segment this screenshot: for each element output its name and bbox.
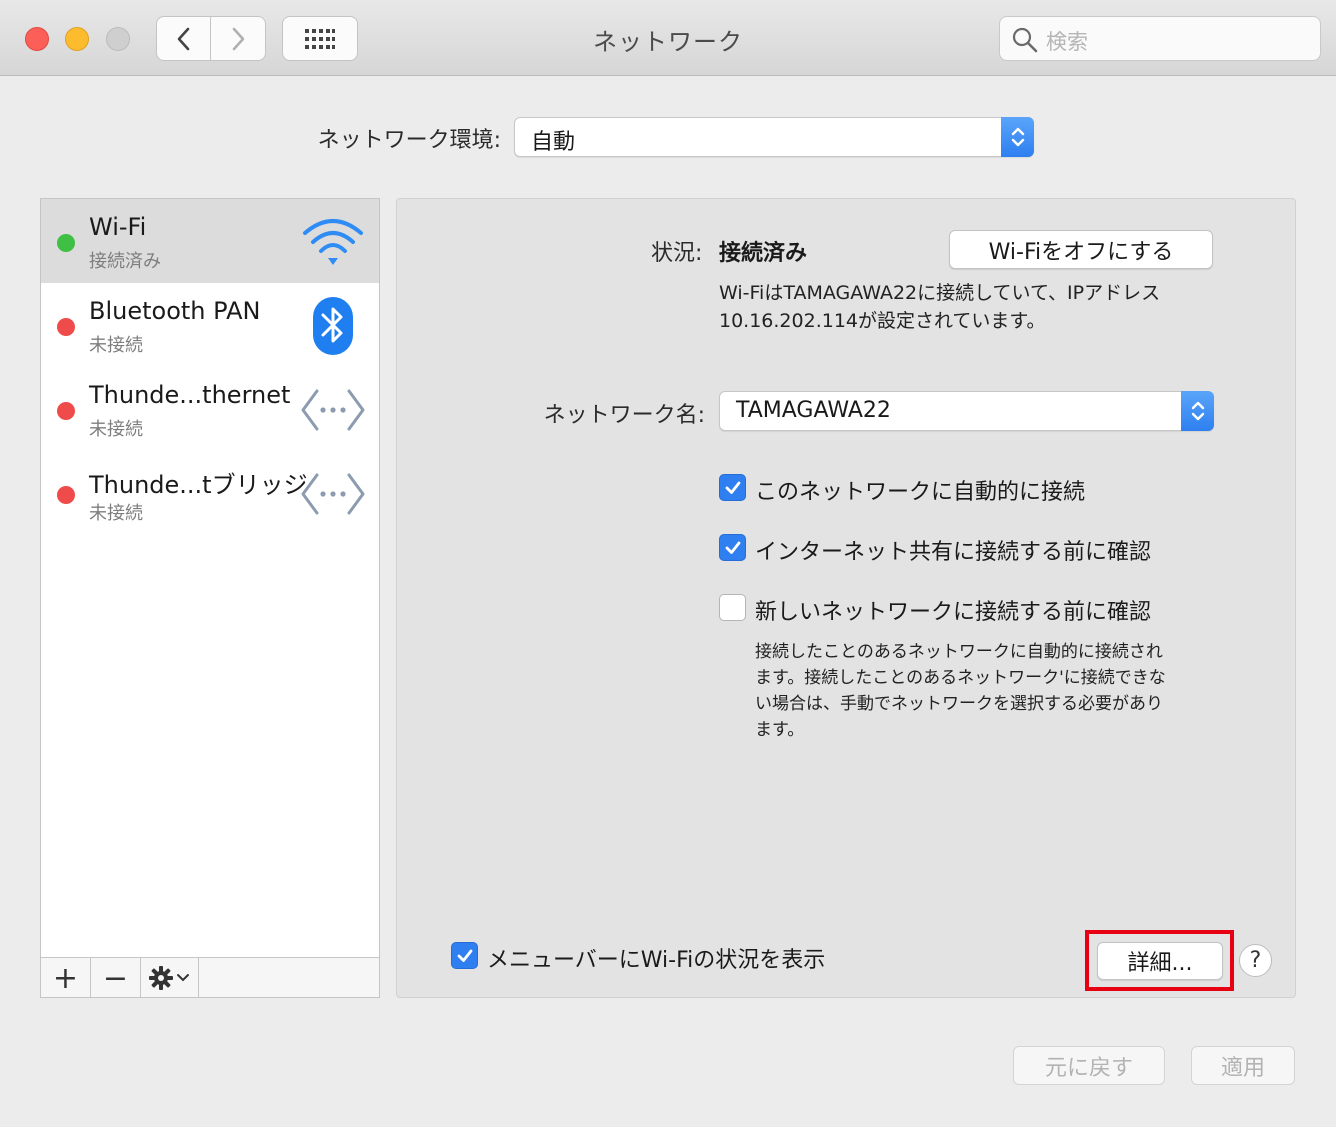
status-dot-disconnected bbox=[57, 486, 75, 504]
service-item-bluetooth-pan[interactable]: Bluetooth PAN 未接続 bbox=[41, 283, 379, 367]
service-status: 接続済み bbox=[89, 251, 161, 272]
network-name-label: ネットワーク名: bbox=[543, 403, 705, 428]
ethernet-arrows-icon bbox=[301, 389, 365, 431]
wifi-off-button[interactable]: Wi-Fiをオフにする bbox=[949, 230, 1213, 269]
search-field[interactable]: 検索 bbox=[999, 16, 1321, 61]
service-item-thunderbolt-bridge[interactable]: Thunde...tブリッジ 未接続 bbox=[41, 451, 379, 535]
status-dot-disconnected bbox=[57, 318, 75, 336]
checkmark-icon bbox=[725, 541, 740, 554]
search-icon bbox=[1012, 27, 1038, 53]
service-status: 未接続 bbox=[89, 503, 143, 524]
popup-stepper-icon bbox=[1181, 391, 1214, 431]
ask-hotspot-label: インターネット共有に接続する前に確認 bbox=[755, 540, 1152, 565]
chevron-down-icon bbox=[177, 974, 189, 982]
network-name-popup[interactable]: TAMAGAWA22 bbox=[719, 391, 1214, 431]
auto-join-label: このネットワークに自動的に接続 bbox=[755, 480, 1086, 505]
location-popup[interactable]: 自動 bbox=[514, 117, 1034, 157]
service-list: Wi-Fi 接続済み Bluetooth PAN 未接続 Thunde...th… bbox=[40, 198, 380, 998]
note-line: ます。接続したことのあるネットワーク'に接続できな bbox=[755, 668, 1166, 688]
apply-button[interactable]: 適用 bbox=[1191, 1046, 1295, 1085]
location-value: 自動 bbox=[531, 130, 576, 155]
ask-hotspot-checkbox[interactable] bbox=[719, 534, 746, 561]
auto-join-checkbox[interactable] bbox=[719, 474, 746, 501]
ask-new-network-label: 新しいネットワークに接続する前に確認 bbox=[755, 600, 1152, 625]
network-name-value: TAMAGAWA22 bbox=[736, 398, 891, 423]
status-description-line: 10.16.202.114が設定されています。 bbox=[719, 310, 1046, 332]
status-dot-connected bbox=[57, 234, 75, 252]
service-status: 未接続 bbox=[89, 419, 143, 440]
service-status: 未接続 bbox=[89, 335, 143, 356]
note-line: い場合は、手動でネットワークを選択する必要があり bbox=[755, 694, 1163, 714]
service-name: Thunde...thernet bbox=[89, 381, 291, 409]
service-list-toolbar: + − bbox=[41, 957, 379, 998]
search-placeholder: 検索 bbox=[1046, 30, 1088, 54]
help-button[interactable]: ? bbox=[1239, 944, 1272, 977]
note-line: ます。 bbox=[755, 720, 805, 740]
status-description-line: Wi-FiはTAMAGAWA22に接続していて、IPアドレス bbox=[719, 282, 1161, 304]
show-in-menubar-label: メニューバーにWi-Fiの状況を表示 bbox=[487, 948, 826, 973]
status-dot-disconnected bbox=[57, 402, 75, 420]
title-bar: ネットワーク 検索 bbox=[0, 0, 1336, 76]
ask-new-network-checkbox[interactable] bbox=[719, 594, 746, 621]
service-name: Wi-Fi bbox=[89, 213, 147, 241]
ethernet-arrows-icon bbox=[301, 473, 365, 515]
remove-service-button[interactable]: − bbox=[91, 958, 141, 998]
service-item-thunderbolt-ethernet[interactable]: Thunde...thernet 未接続 bbox=[41, 367, 379, 451]
bluetooth-icon bbox=[313, 297, 353, 355]
service-item-wifi[interactable]: Wi-Fi 接続済み bbox=[41, 199, 379, 283]
advanced-button-highlight bbox=[1085, 930, 1234, 991]
checkmark-icon bbox=[725, 481, 740, 494]
status-description: Wi-FiはTAMAGAWA22に接続していて、IPアドレス 10.16.202… bbox=[719, 279, 1219, 335]
location-label: ネットワーク環境: bbox=[317, 128, 501, 153]
detail-panel: 状況: 接続済み Wi-Fiをオフにする Wi-FiはTAMAGAWA22に接続… bbox=[396, 198, 1296, 998]
add-service-button[interactable]: + bbox=[41, 958, 91, 998]
wifi-icon bbox=[303, 219, 363, 265]
note-line: 接続したことのあるネットワークに自動的に接続され bbox=[755, 642, 1163, 662]
service-name: Thunde...tブリッジ bbox=[89, 471, 308, 499]
action-menu-button[interactable] bbox=[141, 958, 199, 998]
checkmark-icon bbox=[457, 949, 472, 962]
status-label: 状況: bbox=[651, 241, 703, 266]
ask-new-network-note: 接続したことのあるネットワークに自動的に接続され ます。接続したことのあるネット… bbox=[755, 639, 1215, 743]
popup-stepper-icon bbox=[1001, 117, 1034, 157]
gear-icon bbox=[149, 966, 173, 990]
revert-button[interactable]: 元に戻す bbox=[1013, 1046, 1165, 1085]
status-value: 接続済み bbox=[719, 241, 808, 266]
show-in-menubar-checkbox[interactable] bbox=[451, 942, 478, 969]
service-name: Bluetooth PAN bbox=[89, 297, 261, 325]
